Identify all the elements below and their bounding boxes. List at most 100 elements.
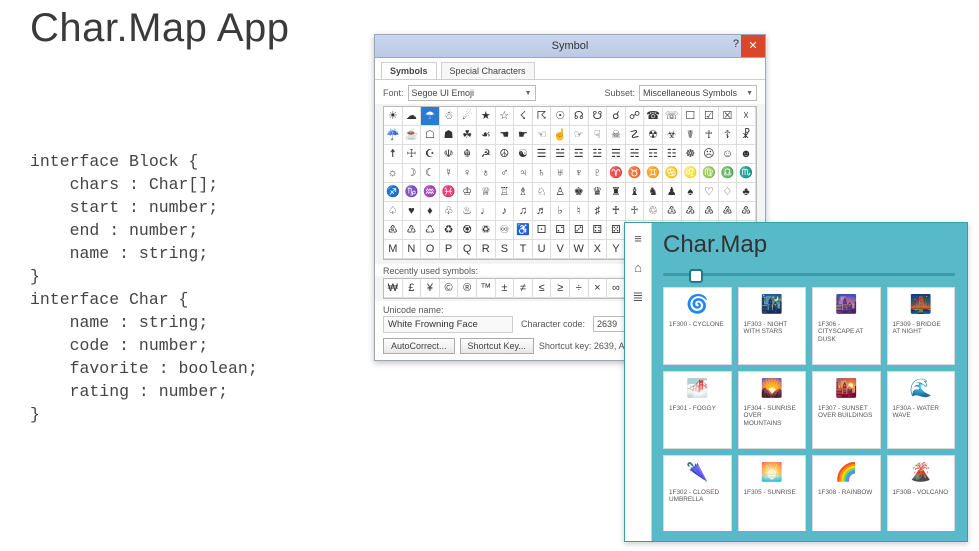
charmap-card[interactable]: 🌃1F303 - NIGHT WITH STARS [738,287,807,365]
symbol-cell[interactable]: Q [458,240,477,259]
symbol-cell[interactable]: ☦ [719,126,738,145]
symbol-cell[interactable]: ☚ [496,126,515,145]
recent-symbol-cell[interactable]: ≤ [533,279,552,298]
recent-symbol-cell[interactable]: ≠ [514,279,533,298]
symbol-cell[interactable]: U [533,240,552,259]
symbol-cell[interactable]: ☇ [514,107,533,126]
symbol-cell[interactable]: ☻ [737,145,756,164]
symbol-cell[interactable]: ♦ [421,202,440,221]
symbol-cell[interactable]: ⚀ [533,221,552,240]
symbol-cell[interactable]: ☾ [421,164,440,183]
symbol-cell[interactable]: ♀ [458,164,477,183]
shortcut-key-button[interactable]: Shortcut Key... [460,338,534,354]
charmap-card[interactable]: 🌀1F300 - CYCLONE [663,287,732,365]
symbol-cell[interactable]: ♁ [477,164,496,183]
home-icon[interactable]: ⌂ [634,260,642,275]
symbol-cell[interactable]: ♏ [737,164,756,183]
symbol-cell[interactable]: W [570,240,589,259]
symbol-cell[interactable]: ☱ [551,145,570,164]
symbol-cell[interactable]: ♺ [421,221,440,240]
recent-symbol-cell[interactable]: ∞ [607,279,626,298]
symbol-cell[interactable]: ☽ [403,164,422,183]
symbol-cell[interactable]: ⚁ [551,221,570,240]
symbol-cell[interactable]: ☿ [440,164,459,183]
symbol-cell[interactable]: ☜ [533,126,552,145]
help-button[interactable]: ? [733,38,739,50]
symbol-cell[interactable]: ♑ [403,183,422,202]
symbol-cell[interactable]: ☗ [440,126,459,145]
symbol-cell[interactable]: ☙ [477,126,496,145]
symbol-cell[interactable]: ☆ [496,107,515,126]
symbol-cell[interactable]: ☋ [589,107,608,126]
close-button[interactable]: ✕ [741,35,765,57]
symbol-cell[interactable]: ☶ [644,145,663,164]
symbol-cell[interactable]: ♹ [403,221,422,240]
symbol-cell[interactable]: ☹ [700,145,719,164]
symbol-cell[interactable]: M [384,240,403,259]
symbol-cell[interactable]: ♒ [421,183,440,202]
symbol-cell[interactable]: ♛ [589,183,608,202]
symbol-cell[interactable]: ☓ [737,107,756,126]
autocorrect-button[interactable]: AutoCorrect... [383,338,455,354]
symbol-cell[interactable]: ♌ [682,164,701,183]
symbol-cell[interactable]: ♋ [663,164,682,183]
symbol-cell[interactable]: S [496,240,515,259]
symbol-cell[interactable]: ♼ [458,221,477,240]
symbol-cell[interactable]: ☭ [477,145,496,164]
recent-symbol-cell[interactable]: × [589,279,608,298]
symbol-cell[interactable]: Y [607,240,626,259]
recent-symbol-cell[interactable]: ¥ [421,279,440,298]
symbol-cell[interactable]: ☸ [682,145,701,164]
charmap-card[interactable]: 🌆1F306 - CITYSCAPE AT DUSK [812,287,881,365]
symbol-cell[interactable]: ♧ [440,202,459,221]
symbol-cell[interactable]: ♠ [682,183,701,202]
symbol-cell[interactable]: ♖ [496,183,515,202]
symbol-cell[interactable]: V [551,240,570,259]
symbol-cell[interactable]: ♚ [570,183,589,202]
symbol-cell[interactable]: ☒ [719,107,738,126]
symbol-cell[interactable]: ☫ [440,145,459,164]
symbol-cell[interactable]: ♙ [551,183,570,202]
symbol-cell[interactable]: ☩ [403,145,422,164]
symbol-cell[interactable]: ♄ [533,164,552,183]
symbol-cell[interactable]: ☃ [440,107,459,126]
symbol-cell[interactable]: ☯ [514,145,533,164]
symbol-cell[interactable]: ☄ [458,107,477,126]
symbol-cell[interactable]: ♽ [477,221,496,240]
charmap-card[interactable]: 🌋1F30B - VOLCANO [887,455,956,531]
symbol-cell[interactable]: ♣ [737,183,756,202]
symbol-cell[interactable]: ♃ [514,164,533,183]
charmap-card[interactable]: 🌇1F307 - SUNSET OVER BUILDINGS [812,371,881,449]
charmap-card[interactable]: 🌂1F302 - CLOSED UMBRELLA [663,455,732,531]
symbol-cell[interactable]: ☷ [663,145,682,164]
symbol-cell[interactable]: ☤ [682,126,701,145]
symbol-cell[interactable]: ♇ [589,164,608,183]
symbol-cell[interactable]: ♅ [551,164,570,183]
symbol-cell[interactable]: ♕ [477,183,496,202]
symbol-cell[interactable]: ⚂ [570,221,589,240]
charmap-card[interactable]: 🌈1F308 - RAINBOW [812,455,881,531]
charmap-card[interactable]: 🌁1F301 - FOGGY [663,371,732,449]
recent-symbol-cell[interactable]: £ [403,279,422,298]
symbol-cell[interactable]: ⚃ [589,221,608,240]
recent-symbol-cell[interactable]: ₩ [384,279,403,298]
symbol-cell[interactable]: ♂ [496,164,515,183]
symbol-cell[interactable]: ♯ [589,202,608,221]
list-icon[interactable]: ≣ [633,289,644,305]
symbol-cell[interactable]: ♐ [384,183,403,202]
symbol-cell[interactable]: ☲ [570,145,589,164]
recent-symbol-cell[interactable]: ™ [477,279,496,298]
charmap-card[interactable]: 🌊1F30A - WATER WAVE [887,371,956,449]
font-dropdown[interactable]: Segoe UI Emoji▼ [408,85,536,101]
symbol-cell[interactable]: ☖ [421,126,440,145]
recent-symbol-cell[interactable]: © [440,279,459,298]
tab-special-characters[interactable]: Special Characters [441,62,535,79]
symbol-cell[interactable]: ♬ [533,202,552,221]
symbol-cell[interactable]: ♓ [440,183,459,202]
symbol-cell[interactable]: T [514,240,533,259]
charmap-card[interactable]: 🌅1F305 - SUNRISE [738,455,807,531]
symbol-cell[interactable]: ♞ [644,183,663,202]
symbol-cell[interactable]: ☪ [421,145,440,164]
recent-symbol-cell[interactable]: ≥ [551,279,570,298]
symbol-cell[interactable]: ♡ [700,183,719,202]
